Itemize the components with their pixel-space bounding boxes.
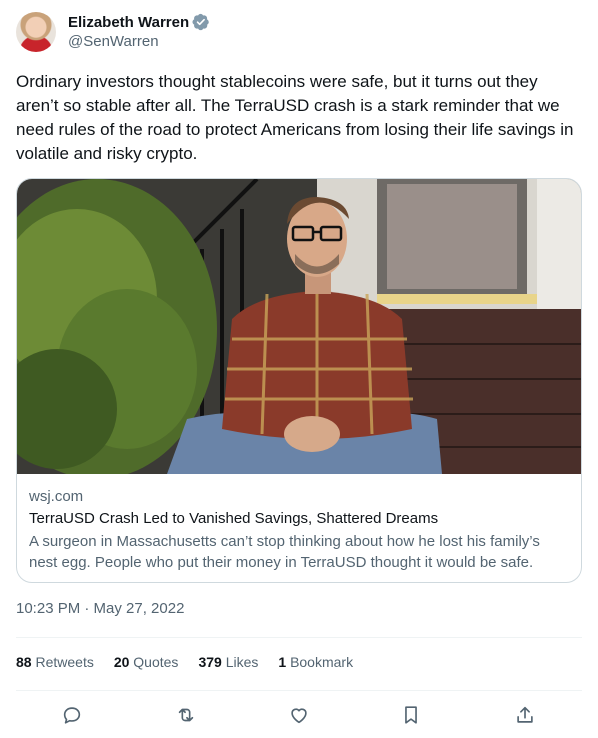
card-meta: wsj.com TerraUSD Crash Led to Vanished S… bbox=[29, 487, 569, 573]
likes-stat[interactable]: 379 Likes bbox=[198, 654, 258, 670]
divider bbox=[16, 637, 582, 638]
action-bar bbox=[0, 700, 598, 730]
card-title: TerraUSD Crash Led to Vanished Savings, … bbox=[29, 510, 439, 527]
retweet-icon[interactable] bbox=[175, 704, 197, 726]
quotes-label: Quotes bbox=[133, 654, 179, 670]
quotes-stat[interactable]: 20 Quotes bbox=[114, 654, 179, 670]
bookmark-icon[interactable] bbox=[400, 704, 422, 726]
timestamp[interactable]: 10:23 PM · May 27, 2022 bbox=[16, 600, 184, 617]
link-card[interactable]: wsj.com TerraUSD Crash Led to Vanished S… bbox=[16, 178, 582, 583]
engagement-stats: 88 Retweets 20 Quotes 379 Likes 1 Bookma… bbox=[16, 654, 373, 670]
reply-icon[interactable] bbox=[61, 704, 83, 726]
quotes-count: 20 bbox=[113, 654, 130, 670]
avatar[interactable] bbox=[16, 12, 56, 52]
handle[interactable]: @SenWarren bbox=[68, 33, 159, 50]
retweets-count: 88 bbox=[16, 654, 32, 670]
card-description: A surgeon in Massachusetts can’t stop th… bbox=[29, 533, 540, 571]
card-image bbox=[17, 179, 581, 474]
display-name[interactable]: Elizabeth Warren bbox=[68, 14, 189, 31]
retweets-stat[interactable]: 88 Retweets bbox=[16, 654, 94, 670]
retweets-label: Retweets bbox=[35, 654, 94, 670]
like-icon[interactable] bbox=[288, 704, 310, 726]
bookmarks-label: Bookmark bbox=[290, 654, 354, 670]
bookmarks-count: 1 bbox=[278, 654, 287, 670]
likes-count: 379 bbox=[198, 654, 222, 670]
tweet-text: Ordinary investors thought stablecoins w… bbox=[16, 72, 574, 163]
bookmarks-stat[interactable]: 1 Bookmark bbox=[278, 654, 353, 670]
share-icon[interactable] bbox=[514, 704, 536, 726]
author-name-row: Elizabeth Warren bbox=[68, 12, 210, 32]
tweet: Elizabeth Warren @SenWarren Ordinary inv… bbox=[0, 0, 598, 738]
divider bbox=[16, 690, 582, 691]
card-domain: wsj.com bbox=[29, 488, 84, 505]
likes-label: Likes bbox=[225, 654, 259, 670]
verified-badge-icon bbox=[192, 13, 210, 31]
